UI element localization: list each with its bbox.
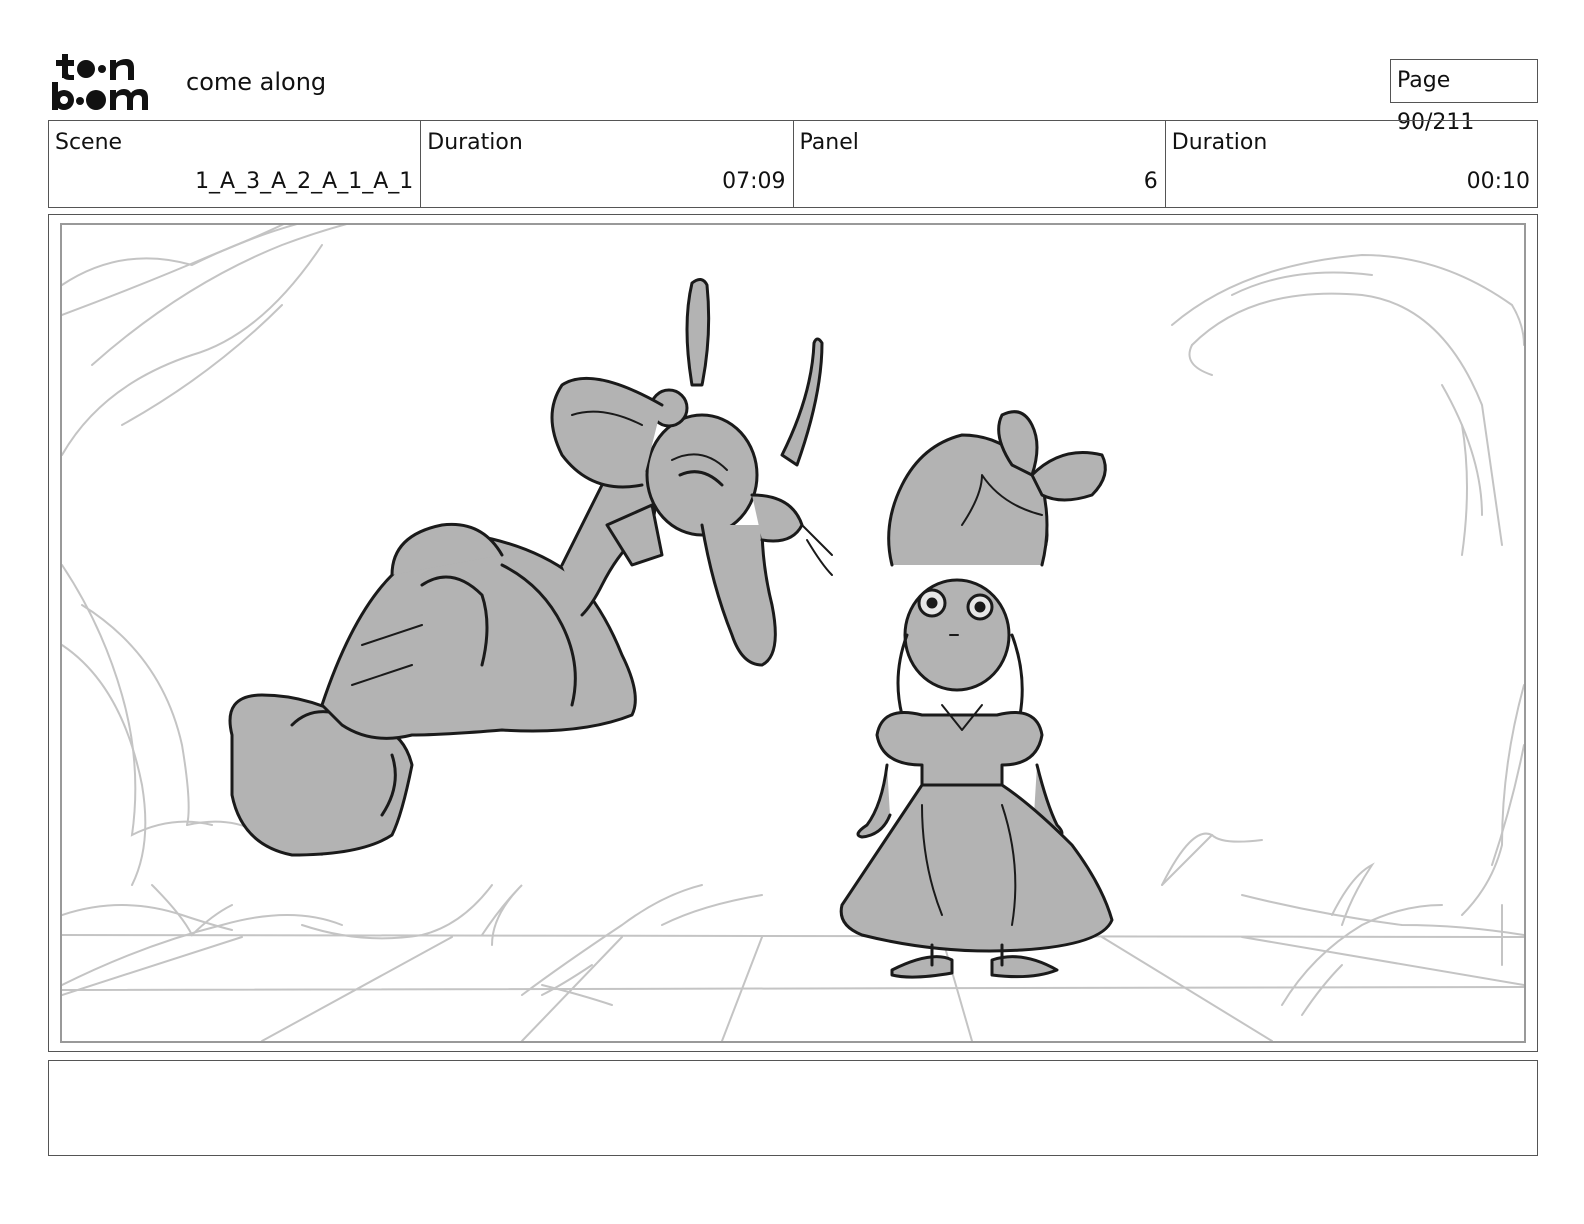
page-label: Page	[1397, 68, 1451, 93]
scene-value: 1_A_3_A_2_A_1_A_1	[195, 169, 414, 194]
scene-duration-label: Duration	[427, 130, 523, 155]
panel-value: 6	[1143, 169, 1158, 194]
background-sketch	[62, 225, 1524, 1041]
scene-duration-value: 07:09	[722, 169, 786, 194]
scene-duration-cell: Duration 07:09	[421, 121, 794, 207]
panel-notes-box	[48, 1060, 1538, 1156]
panel-duration-value: 00:10	[1466, 169, 1530, 194]
toon-boom-logo	[50, 50, 166, 112]
storyboard-panel-drawing	[60, 223, 1526, 1043]
panel-label: Panel	[799, 130, 859, 155]
project-title: come along	[186, 68, 327, 96]
panel-duration-cell: Duration 00:10	[1166, 121, 1537, 207]
panel-duration-label: Duration	[1171, 130, 1268, 155]
tall-character-sketch	[228, 278, 833, 857]
panel-cell: Panel 6	[794, 121, 1166, 207]
girl-character-sketch	[839, 410, 1114, 979]
storyboard-panel-frame	[48, 214, 1538, 1052]
page-indicator: Page90/211	[1390, 59, 1538, 135]
scene-cell: Scene 1_A_3_A_2_A_1_A_1	[49, 121, 422, 207]
panel-info-table: Scene 1_A_3_A_2_A_1_A_1 Duration 07:09 P…	[48, 120, 1538, 208]
scene-label: Scene	[55, 130, 123, 155]
